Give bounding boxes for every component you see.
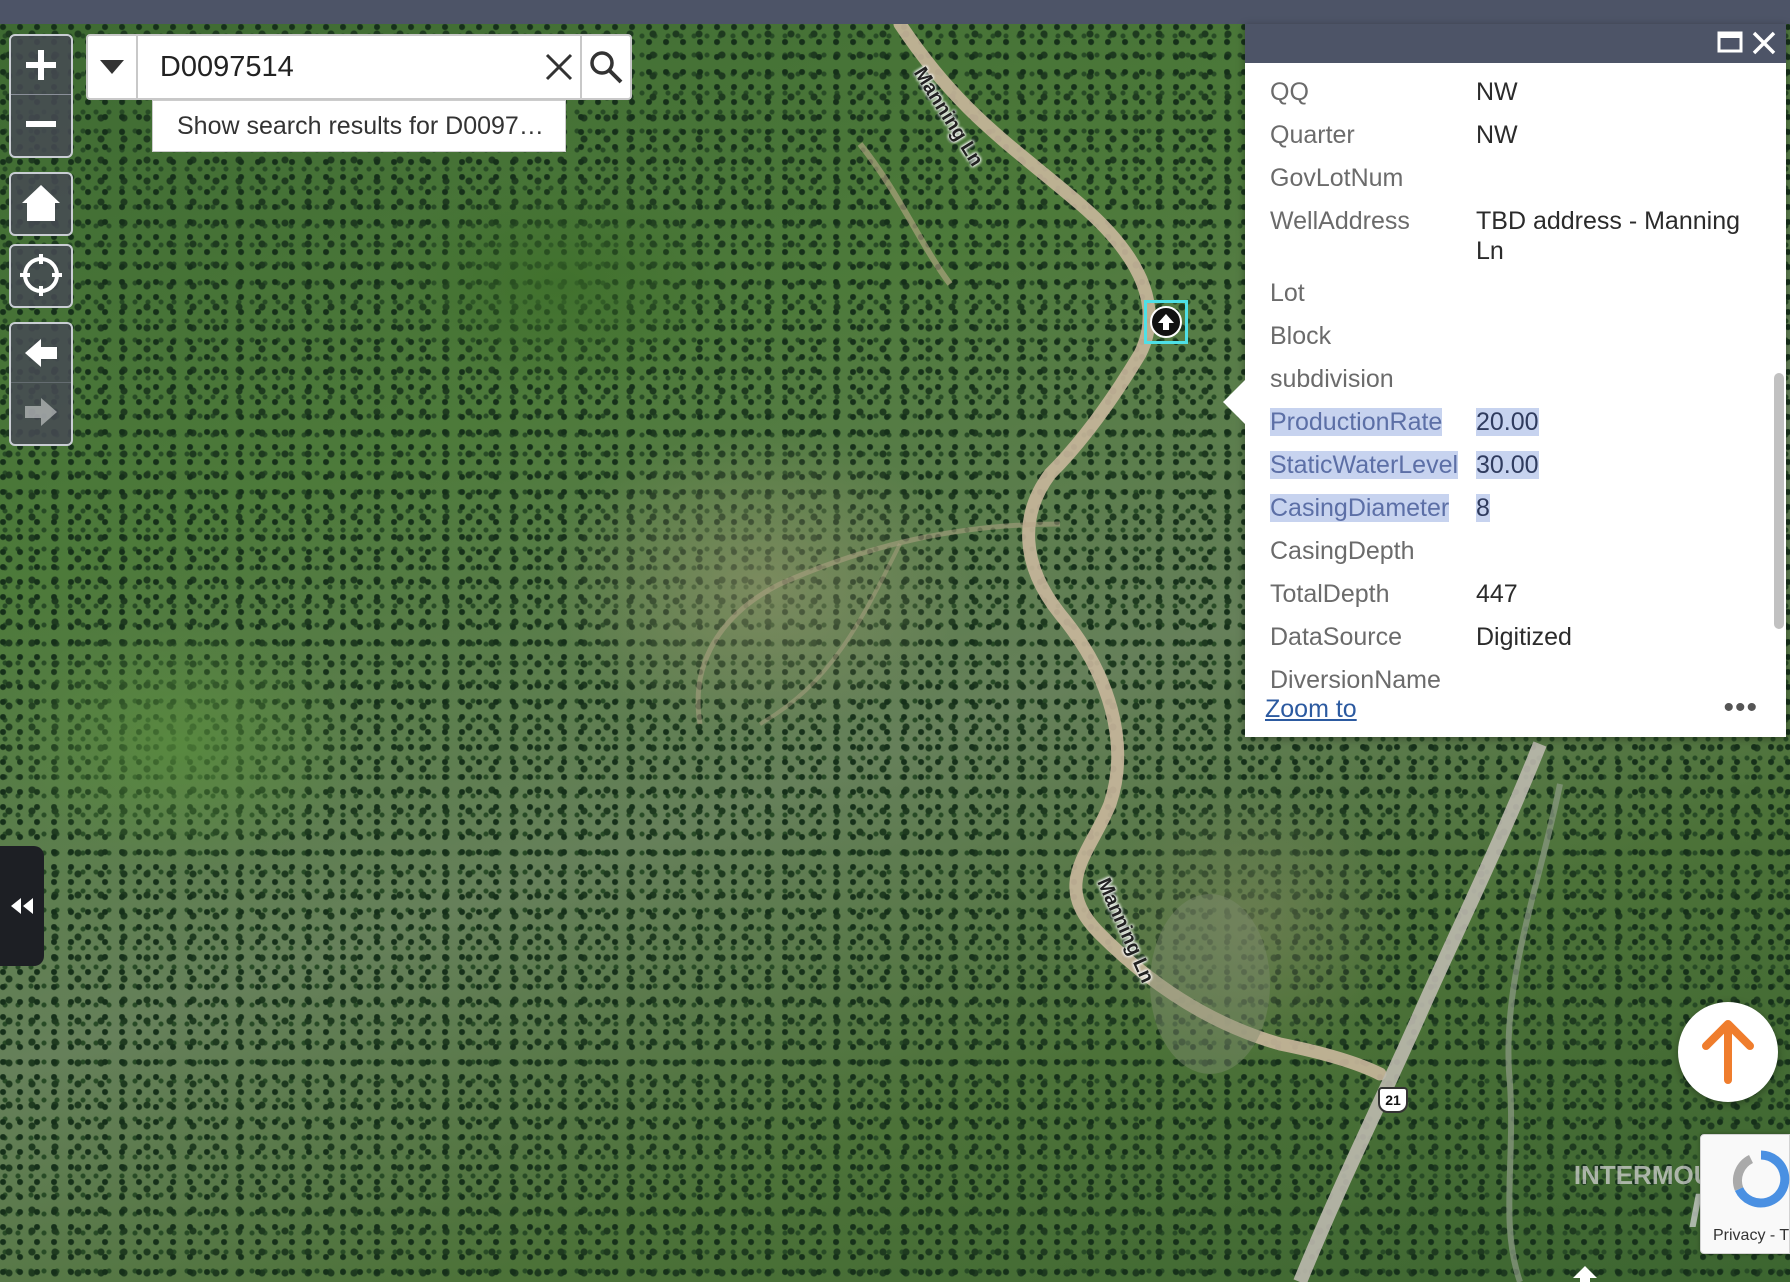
close-icon: [1752, 31, 1776, 55]
attribute-row: GovLotNum: [1270, 163, 1750, 206]
next-extent-button[interactable]: [11, 382, 71, 440]
locate-control: [9, 244, 73, 308]
attribute-value: [1476, 364, 1746, 407]
well-icon: [1150, 306, 1182, 338]
clear-search-button[interactable]: [537, 36, 580, 98]
attribute-value: [1476, 278, 1746, 321]
popup-pointer: [1223, 380, 1245, 424]
previous-extent-button[interactable]: [11, 324, 71, 382]
search-input[interactable]: [137, 36, 537, 98]
attribute-key: Quarter: [1270, 121, 1355, 149]
attribute-row: Lot: [1270, 278, 1750, 321]
arrow-left-icon: [25, 339, 57, 367]
search-button[interactable]: [580, 36, 630, 98]
attribute-value: TBD address - Manning Ln: [1476, 207, 1741, 265]
plus-icon: [26, 50, 56, 80]
arrow-right-icon: [25, 397, 57, 426]
popup-content[interactable]: QQ NW Quarter NW GovLotNum WellAddress T…: [1245, 63, 1786, 719]
attribute-key: StaticWaterLevel: [1270, 451, 1459, 479]
zoom-to-link[interactable]: Zoom to: [1265, 695, 1357, 724]
close-icon: [545, 53, 572, 81]
arrow-up-icon: [1702, 1020, 1754, 1084]
attribute-key: DataSource: [1270, 623, 1403, 651]
map-feature-arrow-icon: [1573, 1266, 1597, 1282]
popup-scrollbar[interactable]: [1774, 373, 1784, 629]
attribute-row: QQ NW: [1270, 77, 1750, 120]
recaptcha-privacy-text[interactable]: Privacy - T: [1713, 1227, 1789, 1245]
search-source-dropdown[interactable]: [88, 36, 138, 98]
zoom-out-button[interactable]: [11, 94, 71, 152]
attribute-key: GovLotNum: [1270, 164, 1404, 192]
attribute-value: 20.00: [1476, 408, 1539, 436]
attribute-row: CasingDepth: [1270, 536, 1750, 579]
attribute-row: WellAddress TBD address - Manning Ln: [1270, 206, 1750, 278]
attribute-key: CasingDepth: [1270, 537, 1415, 565]
more-actions-button[interactable]: •••: [1723, 691, 1758, 725]
attribute-value: [1476, 163, 1746, 206]
search-suggestion[interactable]: Show search results for D0097…: [152, 100, 566, 152]
back-to-top-button[interactable]: [1678, 1002, 1778, 1102]
home-icon: [22, 185, 60, 221]
attribute-value: NW: [1476, 121, 1518, 149]
search-bar: [86, 34, 632, 100]
maximize-icon: [1717, 31, 1743, 53]
attribute-value: [1476, 321, 1746, 364]
attribute-value: 30.00: [1476, 451, 1539, 479]
attribute-table: QQ NW Quarter NW GovLotNum WellAddress T…: [1270, 77, 1750, 708]
popup-footer: Zoom to •••: [1245, 689, 1786, 737]
extent-navigation: [9, 322, 73, 446]
attribute-row: CasingDiameter 8: [1270, 493, 1750, 536]
maximize-button[interactable]: [1717, 30, 1745, 58]
attribute-value: [1476, 536, 1746, 579]
attribute-key: CasingDiameter: [1270, 494, 1450, 522]
attribute-value: 447: [1476, 580, 1518, 608]
locate-button[interactable]: [11, 246, 71, 304]
popup-header: [1245, 24, 1786, 63]
attribute-key: Block: [1270, 322, 1332, 350]
search-icon: [590, 51, 623, 84]
top-bar: [0, 0, 1790, 24]
attribute-row: subdivision: [1270, 364, 1750, 407]
attribute-key: Lot: [1270, 279, 1305, 307]
attribute-row: Quarter NW: [1270, 120, 1750, 163]
highway-shield: 21: [1378, 1087, 1408, 1113]
collapse-panel-button[interactable]: [0, 846, 44, 966]
attribute-row: ProductionRate 20.00: [1270, 407, 1750, 450]
attribute-row: TotalDepth 447: [1270, 579, 1750, 622]
attribute-key: TotalDepth: [1270, 580, 1390, 608]
caret-down-icon: [99, 60, 124, 74]
attribute-row: StaticWaterLevel 30.00: [1270, 450, 1750, 493]
close-popup-button[interactable]: [1751, 30, 1779, 58]
minus-icon: [26, 120, 56, 127]
recaptcha-logo-icon: [1732, 1150, 1790, 1208]
attribute-key: WellAddress: [1270, 207, 1410, 235]
recaptcha-badge[interactable]: Privacy - T: [1700, 1134, 1790, 1254]
home-control: [9, 172, 73, 236]
attribute-key: ProductionRate: [1270, 408, 1443, 436]
zoom-controls: [9, 34, 73, 158]
home-button[interactable]: [11, 174, 71, 232]
zoom-in-button[interactable]: [11, 36, 71, 94]
attribute-value: 8: [1476, 494, 1490, 522]
selected-well-marker[interactable]: [1144, 300, 1188, 344]
double-chevron-left-icon: [11, 898, 33, 914]
crosshair-icon: [20, 254, 62, 296]
attribute-row: Block: [1270, 321, 1750, 364]
attribute-value: Digitized: [1476, 623, 1572, 651]
attribute-key: QQ: [1270, 78, 1309, 106]
attribute-value: NW: [1476, 78, 1518, 106]
feature-popup: QQ NW Quarter NW GovLotNum WellAddress T…: [1223, 24, 1786, 737]
attribute-row: DataSource Digitized: [1270, 622, 1750, 665]
attribute-key: subdivision: [1270, 365, 1394, 393]
